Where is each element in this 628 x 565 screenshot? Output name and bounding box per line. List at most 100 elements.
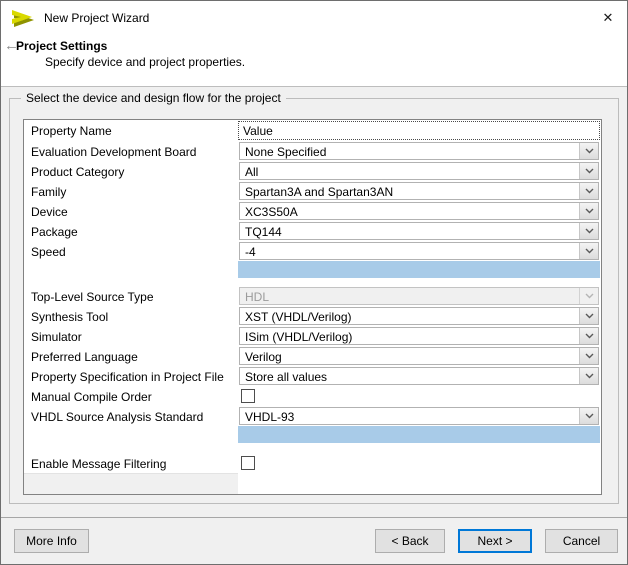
- value-cell: XST (VHDL/Verilog): [238, 306, 601, 326]
- table-row-property-specification-in-project-file: Property Specification in Project File St…: [24, 366, 601, 386]
- button-bar: More Info < Back Next > Cancel: [1, 517, 627, 564]
- close-button[interactable]: ✕: [589, 1, 627, 34]
- value-cell: [238, 443, 601, 453]
- highlighted-empty-cell: [238, 426, 600, 443]
- dropdown-selected-value: -4: [245, 245, 256, 259]
- property-cell-empty: [24, 473, 238, 494]
- dropdown-selected-value: HDL: [245, 290, 270, 304]
- dropdown-button[interactable]: [579, 183, 598, 199]
- property-label-simulator: Simulator: [24, 326, 238, 346]
- property-label-top-level-source-type: Top-Level Source Type: [24, 286, 238, 306]
- chevron-down-icon: [585, 248, 593, 254]
- manual-compile-order-checkbox[interactable]: [241, 389, 255, 403]
- dropdown-button[interactable]: [579, 143, 598, 159]
- chevron-down-icon: [585, 333, 593, 339]
- table-row-manual-compile-order: Manual Compile Order: [24, 386, 601, 406]
- vhdl-source-analysis-standard-dropdown[interactable]: VHDL-93: [239, 407, 599, 425]
- value-cell: ISim (VHDL/Verilog): [238, 326, 601, 346]
- dropdown-button[interactable]: [579, 223, 598, 239]
- step-title: Project Settings: [16, 39, 108, 53]
- preferred-language-dropdown[interactable]: Verilog: [239, 347, 599, 365]
- title-bar: New Project Wizard ✕: [1, 1, 627, 34]
- property-label-vhdl-source-analysis-standard: VHDL Source Analysis Standard: [24, 406, 238, 426]
- dropdown-button[interactable]: [579, 163, 598, 179]
- dropdown-selected-value: XC3S50A: [245, 205, 298, 219]
- more-info-button[interactable]: More Info: [14, 529, 89, 553]
- value-cell: Spartan3A and Spartan3AN: [238, 181, 601, 201]
- dropdown-selected-value: Verilog: [245, 350, 282, 364]
- value-cell: Verilog: [238, 346, 601, 366]
- package-dropdown[interactable]: TQ144: [239, 222, 599, 240]
- value-cell: TQ144: [238, 221, 601, 241]
- dropdown-selected-value: ISim (VHDL/Verilog): [245, 330, 353, 344]
- back-button[interactable]: < Back: [375, 529, 445, 553]
- close-icon: ✕: [602, 9, 614, 25]
- dropdown-selected-value: Spartan3A and Spartan3AN: [245, 185, 394, 199]
- dropdown-selected-value: Store all values: [245, 370, 328, 384]
- dropdown-button[interactable]: [579, 348, 598, 364]
- dialog-body: Select the device and design flow for th…: [1, 87, 627, 517]
- chevron-down-icon: [585, 353, 593, 359]
- device-dropdown[interactable]: XC3S50A: [239, 202, 599, 220]
- dropdown-button[interactable]: [579, 308, 598, 324]
- property-label-product-category: Product Category: [24, 161, 238, 181]
- simulator-dropdown[interactable]: ISim (VHDL/Verilog): [239, 327, 599, 345]
- table-row-preferred-language: Preferred Language Verilog: [24, 346, 601, 366]
- column-header-property-name: Property Name: [24, 120, 238, 141]
- dropdown-button[interactable]: [579, 408, 598, 424]
- synthesis-tool-dropdown[interactable]: XST (VHDL/Verilog): [239, 307, 599, 325]
- dropdown-selected-value: XST (VHDL/Verilog): [245, 310, 352, 324]
- evaluation-development-board-dropdown[interactable]: None Specified: [239, 142, 599, 160]
- dropdown-selected-value: All: [245, 165, 259, 179]
- chevron-down-icon: [585, 293, 593, 299]
- back-arrow-icon: ←: [4, 37, 19, 54]
- chevron-down-icon: [585, 313, 593, 319]
- property-label-preferred-language: Preferred Language: [24, 346, 238, 366]
- property-label-speed: Speed: [24, 241, 238, 261]
- property-label-evaluation-development-board: Evaluation Development Board: [24, 141, 238, 161]
- table-row-spacer: [24, 278, 601, 286]
- speed-dropdown[interactable]: -4: [239, 242, 599, 260]
- table-header-row: Property Name Value: [24, 120, 601, 141]
- chevron-down-icon: [585, 413, 593, 419]
- dropdown-button[interactable]: [579, 368, 598, 384]
- property-cell-empty: [24, 261, 238, 278]
- table-row-enable-message-filtering: Enable Message Filtering: [24, 453, 601, 473]
- property-table: Property Name Value Evaluation Developme…: [23, 119, 602, 495]
- product-category-dropdown[interactable]: All: [239, 162, 599, 180]
- family-dropdown[interactable]: Spartan3A and Spartan3AN: [239, 182, 599, 200]
- chevron-down-icon: [585, 208, 593, 214]
- dropdown-button: [579, 288, 598, 304]
- dropdown-button[interactable]: [579, 243, 598, 259]
- property-label-enable-message-filtering: Enable Message Filtering: [24, 453, 238, 473]
- value-cell: -4: [238, 241, 601, 261]
- chevron-down-icon: [585, 148, 593, 154]
- wizard-step-header: ← Project Settings Specify device and pr…: [1, 34, 627, 87]
- property-label-package: Package: [24, 221, 238, 241]
- property-specification-in-project-file-dropdown[interactable]: Store all values: [239, 367, 599, 385]
- step-subtitle: Specify device and project properties.: [45, 55, 246, 69]
- cancel-button[interactable]: Cancel: [545, 529, 618, 553]
- value-cell: HDL: [238, 286, 601, 306]
- highlighted-empty-cell: [238, 261, 600, 278]
- chevron-down-icon: [585, 228, 593, 234]
- table-row-speed: Speed -4: [24, 241, 601, 261]
- property-label-property-specification-in-project-file: Property Specification in Project File: [24, 366, 238, 386]
- dropdown-selected-value: VHDL-93: [245, 410, 295, 424]
- value-cell: All: [238, 161, 601, 181]
- property-label-manual-compile-order: Manual Compile Order: [24, 386, 238, 406]
- ise-wizard-icon: [10, 9, 36, 27]
- dropdown-button[interactable]: [579, 328, 598, 344]
- next-button[interactable]: Next >: [458, 529, 532, 553]
- table-row-top-level-source-type: Top-Level Source Type HDL: [24, 286, 601, 306]
- enable-message-filtering-checkbox[interactable]: [241, 456, 255, 470]
- table-row-product-category: Product Category All: [24, 161, 601, 181]
- chevron-down-icon: [585, 168, 593, 174]
- value-cell: VHDL-93: [238, 406, 601, 426]
- value-cell: [238, 453, 601, 473]
- table-row-vhdl-source-analysis-standard: VHDL Source Analysis Standard VHDL-93: [24, 406, 601, 426]
- dropdown-button[interactable]: [579, 203, 598, 219]
- table-row-spacer2: [24, 443, 601, 453]
- column-header-value[interactable]: Value: [238, 121, 600, 140]
- table-row-highlight: [24, 426, 601, 443]
